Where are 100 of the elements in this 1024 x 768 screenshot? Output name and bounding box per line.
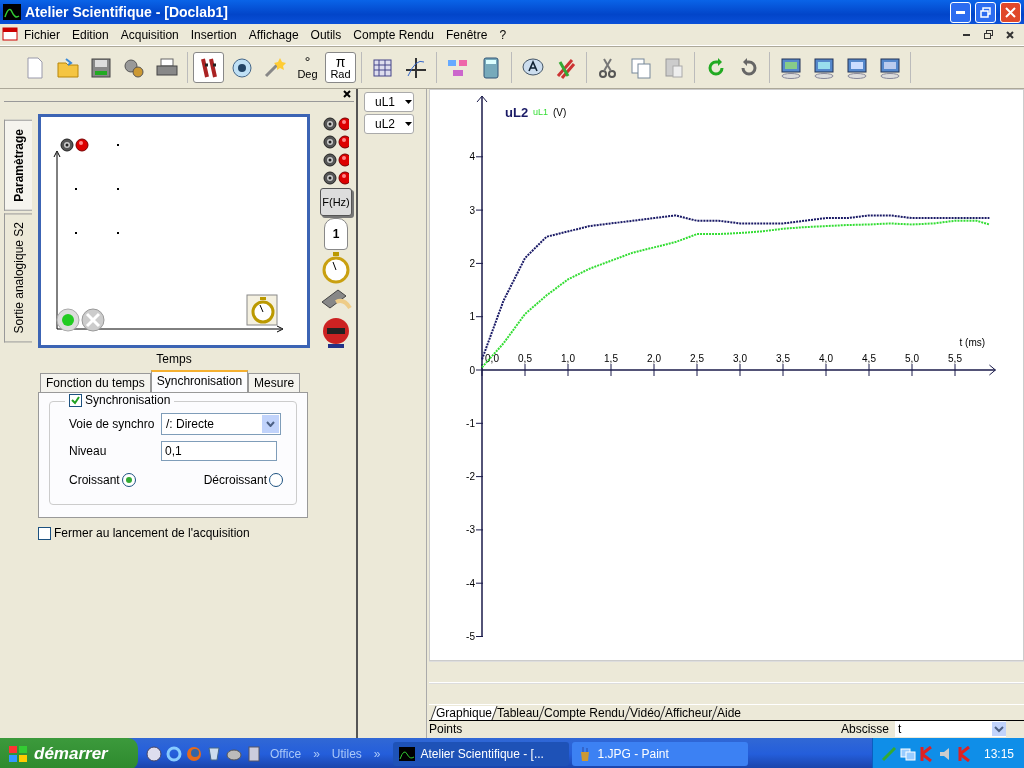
tick-label: 3: [469, 204, 475, 216]
status-text: Points: [429, 721, 464, 736]
sync-channel-dropdown[interactable]: /: Directe: [161, 413, 281, 435]
view-tab[interactable]: Graphique: [430, 706, 497, 720]
connector-pair-icon[interactable]: [323, 152, 349, 168]
tick-label: 3,0: [733, 353, 747, 364]
menu-item[interactable]: Fenêtre: [440, 25, 494, 44]
settings-tab[interactable]: Synchronisation: [150, 370, 249, 392]
tick-label: 4,0: [819, 353, 833, 364]
crosshair-icon: [403, 55, 428, 80]
window-title: Atelier Scientifique - [Doclab1]: [25, 4, 230, 20]
menu-item[interactable]: Insertion: [184, 25, 243, 44]
tick-label: -2: [466, 471, 475, 483]
radio-button[interactable]: Croissant: [69, 473, 136, 487]
radio-button[interactable]: Décroissant: [203, 473, 283, 487]
connector-pair-icon[interactable]: [323, 116, 349, 132]
field-label: Voie de synchro: [69, 417, 156, 431]
curve-dropdown[interactable]: uL1: [364, 92, 414, 112]
tick-label: 5,5: [948, 353, 962, 364]
level-input[interactable]: 0,1: [161, 441, 277, 461]
tick-label: 5,0: [905, 353, 919, 364]
monitor-icon: [778, 55, 803, 80]
side-tab[interactable]: Paramètrage: [4, 120, 32, 211]
view-tab[interactable]: Vidéo: [624, 706, 665, 720]
connector-pair-icon[interactable]: [323, 134, 349, 150]
caret-icon: [405, 122, 413, 126]
calculator-icon[interactable]: [246, 746, 262, 762]
tick-label: 1,5: [604, 353, 618, 364]
tick-label: 3,5: [776, 353, 790, 364]
cup-icon[interactable]: [206, 746, 222, 762]
curve-dropdown[interactable]: uL2: [364, 114, 414, 134]
menu-item[interactable]: Fichier: [18, 25, 66, 44]
clock: 13:15: [983, 747, 1014, 761]
browser-icon[interactable]: [166, 746, 182, 762]
check-icon: [71, 395, 80, 405]
taskbar-button[interactable]: Atelier Scientifique - [...: [392, 742, 569, 766]
restore-icon: [980, 6, 991, 18]
checkbox[interactable]: [69, 393, 82, 407]
field-label: Niveau: [69, 444, 108, 458]
menu-item[interactable]: Affichage: [242, 25, 305, 44]
legend-label: uL1: [533, 107, 549, 117]
tick-label: 0: [469, 364, 475, 376]
view-tab[interactable]: Tableau: [491, 706, 544, 720]
settings-tab[interactable]: Mesure: [248, 373, 301, 392]
unit-toggle-button[interactable]: ° Deg: [292, 52, 323, 83]
network-icon[interactable]: [899, 746, 916, 762]
restore-button[interactable]: [975, 1, 996, 23]
stopwatch-icon[interactable]: [321, 252, 351, 284]
start-button[interactable]: [56, 308, 80, 332]
tick-label: 0,0: [485, 353, 499, 364]
tick-label: 2,5: [690, 353, 704, 364]
caret-icon: [405, 100, 413, 104]
tick-label: 1: [469, 311, 475, 323]
settings-tab[interactable]: Fonction du temps: [40, 373, 151, 392]
tick-label: -3: [466, 524, 475, 536]
menu-item[interactable]: Compte Rendu: [347, 25, 440, 44]
tick-label: 4: [469, 151, 475, 163]
tick-label: -1: [466, 417, 475, 429]
checkbox-label: Synchronisation: [85, 393, 171, 407]
menu-item[interactable]: Acquisition: [114, 25, 185, 44]
checkbox[interactable]: [38, 526, 51, 540]
unit-toggle-button[interactable]: π Rad: [325, 52, 356, 83]
menu-item[interactable]: Outils: [304, 25, 348, 44]
tick-label: 0,5: [518, 353, 532, 364]
tick-label: -5: [466, 631, 475, 642]
frequency-key-icon[interactable]: F(Hz): [320, 188, 352, 216]
field-label: Abscisse: [840, 721, 889, 736]
tick-label: 1,0: [561, 353, 575, 364]
tick-label: -4: [466, 577, 475, 589]
minimize-icon: [962, 33, 970, 36]
start-button[interactable]: démarrer: [0, 738, 138, 768]
connector-pair-icon[interactable]: [323, 170, 349, 186]
toolbar-label[interactable]: »: [373, 747, 381, 761]
minimize-button[interactable]: [950, 1, 971, 23]
minimize-icon: [956, 10, 965, 14]
view-tab[interactable]: Compte Rendu: [538, 706, 630, 720]
taskbar-button[interactable]: 1.JPG - Paint: [571, 742, 748, 766]
cancel-button[interactable]: [81, 308, 105, 332]
side-tab[interactable]: Sortie analogique S2: [4, 212, 32, 343]
toolbar-button[interactable]: [193, 52, 224, 83]
document-app-icon[interactable]: [2, 26, 18, 43]
chevron-down-icon: [992, 721, 1006, 736]
view-tab[interactable]: Afficheur: [659, 706, 717, 720]
toolbar-label[interactable]: Utiles: [331, 747, 362, 761]
chevron-down-icon: [266, 421, 275, 427]
connector-pair-icon[interactable]: [60, 138, 89, 152]
ghost-counter-icon[interactable]: 1: [324, 218, 348, 250]
menu-item[interactable]: Edition: [66, 25, 115, 44]
restore-icon: [983, 30, 993, 39]
network-icon[interactable]: [226, 746, 242, 762]
helmet-head-icon[interactable]: [321, 316, 351, 348]
toolbar-label[interactable]: »: [313, 747, 320, 761]
view-tab[interactable]: Aide: [711, 706, 746, 720]
copy-icon: [628, 55, 653, 80]
legend-label: uL2: [505, 105, 529, 120]
axis-label: Temps: [155, 352, 193, 366]
stopwatch-icon[interactable]: [246, 294, 278, 326]
monitor-icon: [877, 55, 902, 80]
outlook-icon[interactable]: [146, 746, 162, 762]
menu-item[interactable]: ?: [493, 25, 513, 44]
